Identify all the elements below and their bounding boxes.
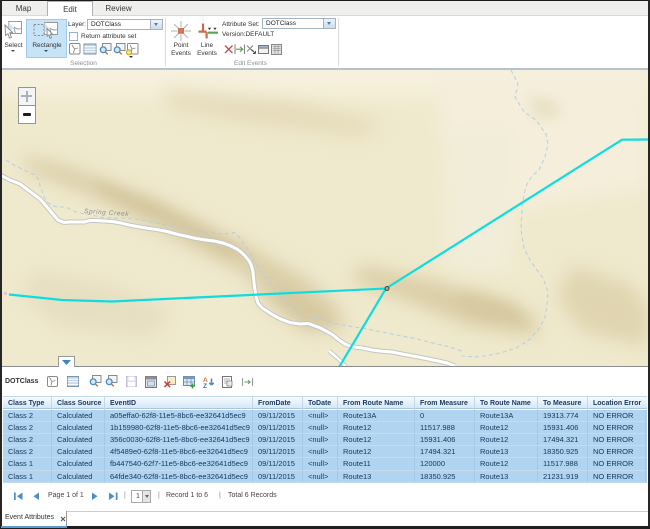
svg-text:Z: Z xyxy=(203,383,207,389)
